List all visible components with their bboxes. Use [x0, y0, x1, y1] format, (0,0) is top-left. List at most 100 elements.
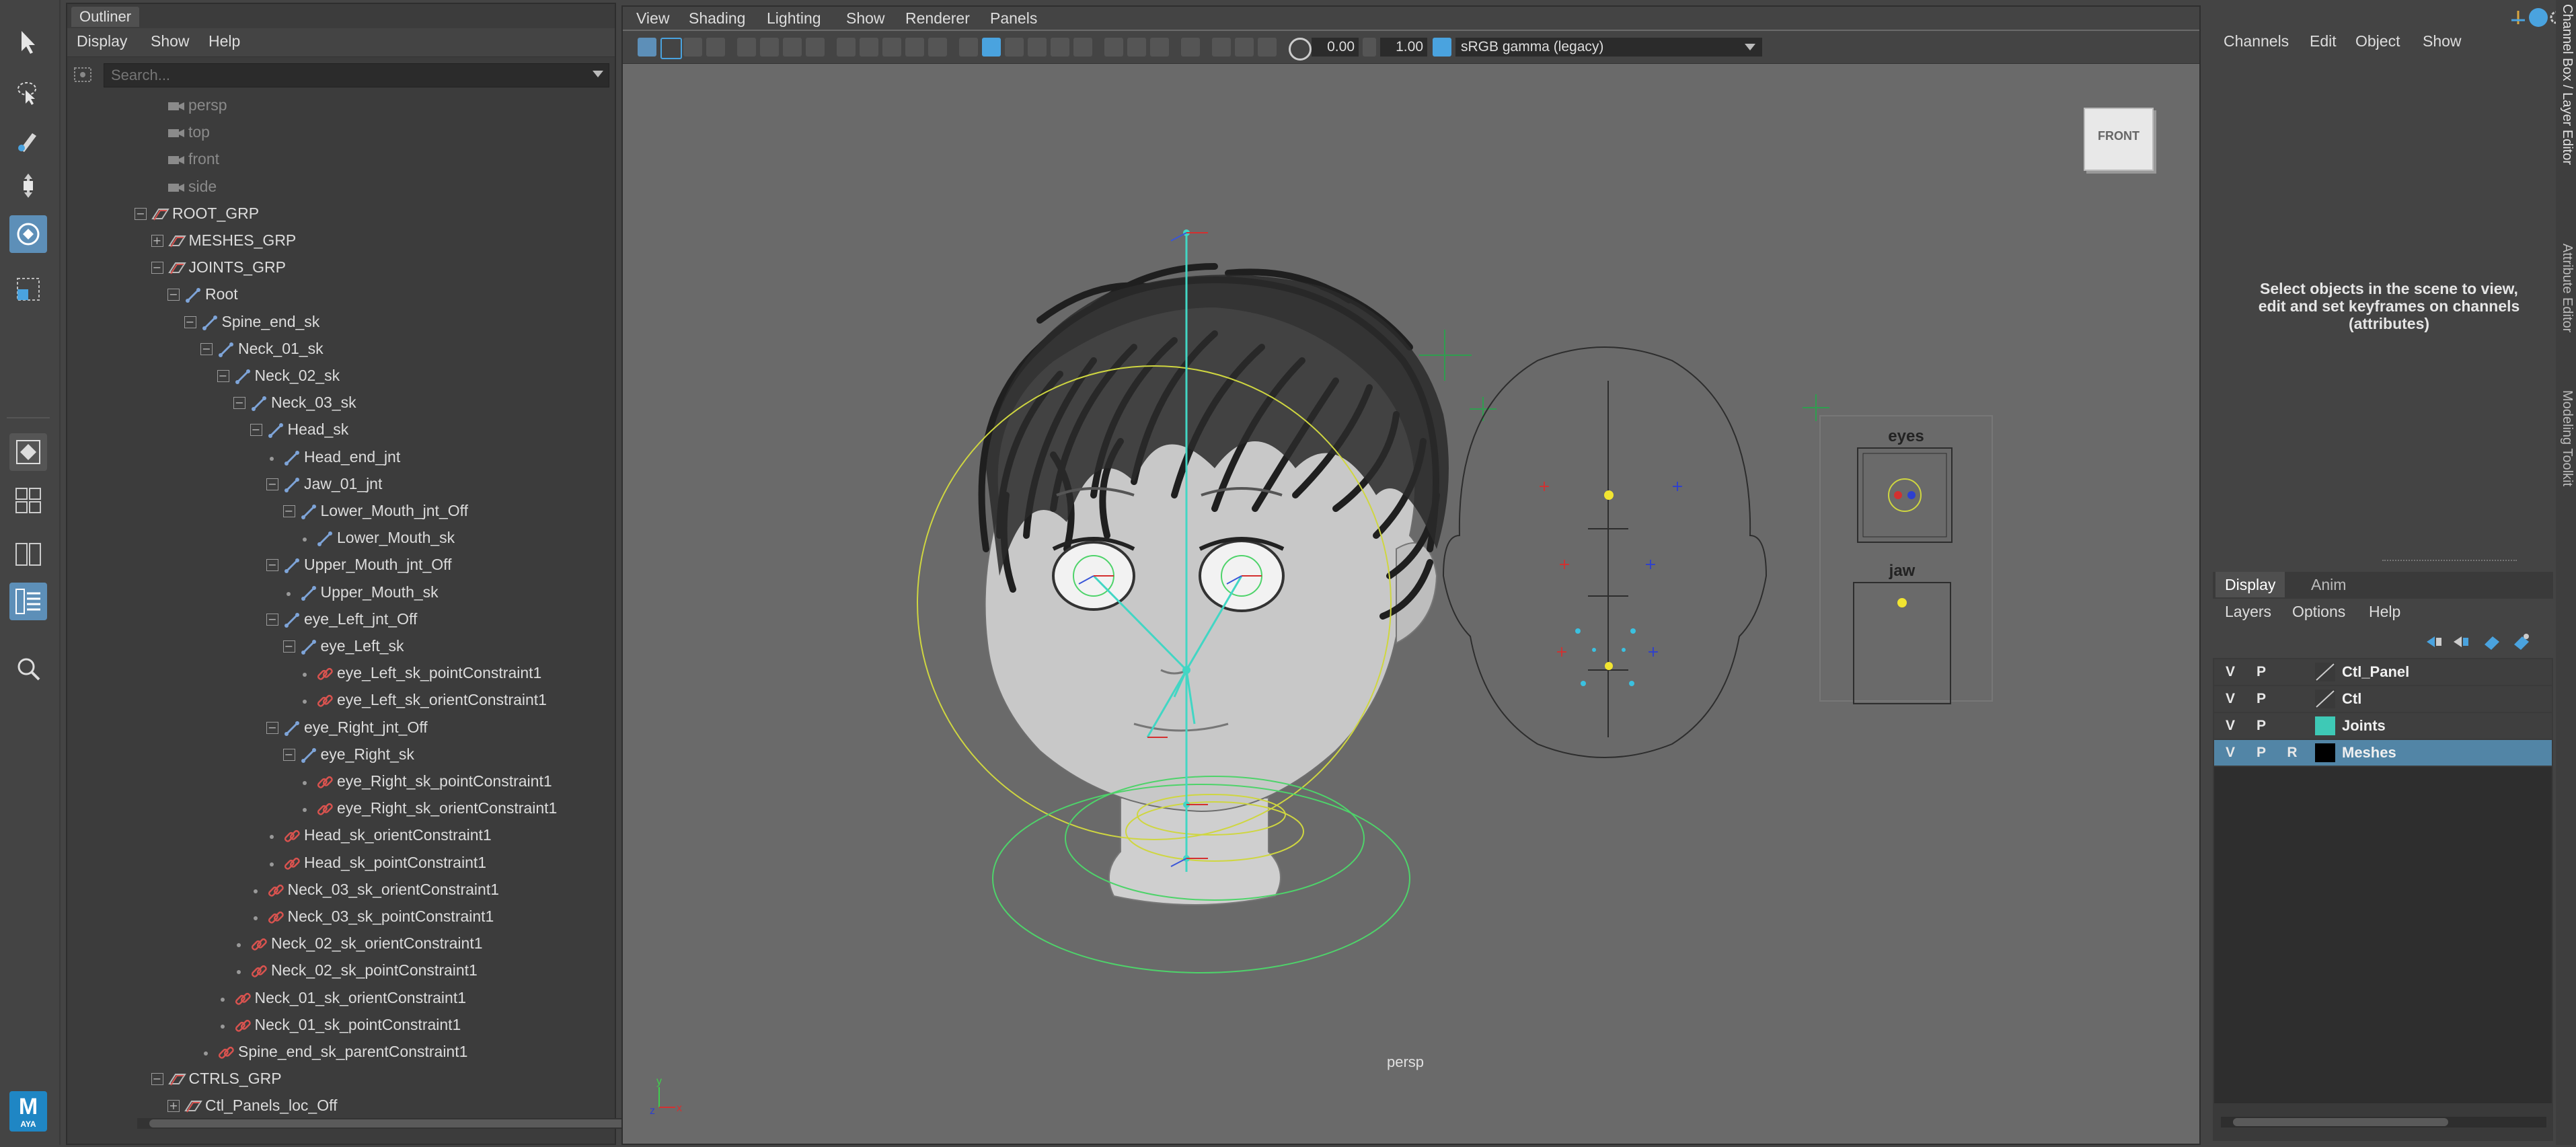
layer-editor-horizontal-scrollbar[interactable] — [2221, 1117, 2546, 1127]
collapse-minus-icon[interactable]: − — [266, 478, 278, 490]
outliner-item[interactable]: Neck_03_sk_orientConstraint1 — [67, 877, 599, 904]
outliner-item[interactable]: + Ctl_Panels_loc_Off — [67, 1093, 599, 1117]
collapse-minus-icon[interactable]: − — [151, 262, 163, 274]
collapse-minus-icon[interactable]: − — [282, 640, 295, 653]
outliner-item[interactable]: − Neck_02_sk — [67, 363, 599, 390]
collapse-minus-icon[interactable]: − — [266, 721, 278, 734]
outliner-menu-help[interactable]: Help — [209, 32, 240, 50]
collapse-minus-icon[interactable]: − — [184, 316, 196, 328]
resolution-gate-icon[interactable] — [860, 38, 878, 57]
viewport-menu-show[interactable]: Show — [846, 9, 885, 28]
outliner-item[interactable]: Neck_01_sk_orientConstraint1 — [67, 986, 599, 1012]
outliner-layout-icon[interactable] — [9, 583, 47, 620]
outliner-item[interactable]: eye_Right_sk_pointConstraint1 — [67, 769, 599, 796]
gamma-field[interactable]: 1.00 — [1380, 38, 1427, 57]
use-all-lights-icon[interactable] — [1051, 38, 1069, 57]
layer-display-type-toggle[interactable]: R — [2279, 741, 2306, 764]
layer-display-type-toggle[interactable] — [2279, 688, 2306, 710]
film-gate-icon[interactable] — [837, 38, 856, 57]
outliner-item[interactable]: eye_Left_sk_pointConstraint1 — [67, 661, 599, 688]
outliner-filter-icon[interactable] — [73, 66, 94, 85]
textured-icon[interactable] — [1028, 38, 1047, 57]
tab-channel-box-layer-editor[interactable]: Channel Box / Layer Editor — [2559, 4, 2575, 165]
viewport-scene[interactable]: + + + + + + eyes jaw y x z — [623, 65, 2199, 1144]
outliner-item[interactable]: front — [67, 147, 599, 174]
layer-row[interactable]: V P Ctl — [2214, 686, 2552, 713]
outliner-item[interactable]: − Jaw_01_jnt — [67, 472, 599, 498]
layer-playback-toggle[interactable]: P — [2248, 688, 2275, 710]
layer-row[interactable]: V P R Meshes — [2214, 740, 2552, 767]
four-view-layout-icon[interactable] — [9, 482, 47, 519]
viewport-menu-shading[interactable]: Shading — [689, 9, 745, 28]
isolate-select-icon[interactable] — [1181, 38, 1200, 57]
collapse-minus-icon[interactable]: − — [250, 424, 262, 437]
outliner-item[interactable]: − Lower_Mouth_jnt_Off — [67, 498, 599, 525]
layer-visibility-toggle[interactable]: V — [2217, 661, 2244, 683]
viewport-menu-view[interactable]: View — [636, 9, 669, 28]
outliner-item[interactable]: − ROOT_GRP — [67, 201, 599, 228]
2d-pan-zoom-icon[interactable] — [760, 38, 779, 57]
outliner-item[interactable]: − eye_Left_jnt_Off — [67, 607, 599, 634]
outliner-item[interactable]: − Root — [67, 282, 599, 309]
layer-color-swatch[interactable] — [2315, 663, 2335, 681]
single-view-layout-icon[interactable] — [9, 433, 47, 471]
layer-row[interactable]: V P Ctl_Panel — [2214, 659, 2552, 686]
collapse-minus-icon[interactable]: − — [266, 613, 278, 626]
outliner-item[interactable]: − eye_Right_sk — [67, 742, 599, 769]
layer-visibility-toggle[interactable]: V — [2217, 741, 2244, 764]
wireframe-icon[interactable] — [959, 38, 978, 57]
exposure-icon[interactable] — [1289, 38, 1312, 61]
outliner-search-box[interactable] — [104, 63, 609, 87]
options-menu[interactable]: Options — [2292, 603, 2345, 621]
collapse-minus-icon[interactable]: − — [151, 1073, 163, 1086]
view-cube[interactable]: FRONT — [2084, 108, 2154, 171]
tab-attribute-editor[interactable]: Attribute Editor — [2559, 244, 2575, 332]
wireframe-on-shaded-icon[interactable] — [1005, 38, 1024, 57]
viewport-menu-panels[interactable]: Panels — [990, 9, 1037, 28]
outliner-item[interactable]: side — [67, 174, 599, 201]
layer-color-swatch[interactable] — [2315, 716, 2335, 735]
color-space-chevron-down-icon[interactable] — [1745, 44, 1755, 50]
exposure-field[interactable]: 0.00 — [1312, 38, 1359, 57]
outliner-horizontal-scroll-thumb[interactable] — [149, 1119, 647, 1127]
search-dropdown-chevron-down-icon[interactable] — [593, 71, 603, 77]
panel-splitter[interactable] — [2382, 560, 2517, 564]
outliner-item[interactable]: Upper_Mouth_sk — [67, 580, 599, 607]
outliner-item[interactable]: Neck_01_sk_pointConstraint1 — [67, 1012, 599, 1039]
lasso-tool-icon[interactable] — [9, 74, 47, 112]
scale-tool-icon[interactable] — [9, 270, 47, 308]
channels-menu[interactable]: Channels — [2224, 32, 2289, 50]
outliner-horizontal-scrollbar[interactable] — [137, 1118, 659, 1129]
outliner-item[interactable]: top — [67, 120, 599, 147]
outliner-item[interactable]: − Head_sk — [67, 417, 599, 444]
outliner-item[interactable]: Neck_02_sk_orientConstraint1 — [67, 931, 599, 958]
outliner-item[interactable]: Head_end_jnt — [67, 445, 599, 472]
render-globe-icon[interactable] — [2529, 8, 2548, 27]
maya-logo[interactable]: M AYA — [9, 1091, 47, 1132]
outliner-item[interactable]: − Upper_Mouth_jnt_Off — [67, 552, 599, 579]
layer-playback-toggle[interactable]: P — [2248, 714, 2275, 737]
color-space-select[interactable]: sRGB gamma (legacy) — [1455, 38, 1762, 57]
outliner-item[interactable]: eye_Right_sk_orientConstraint1 — [67, 796, 599, 823]
outliner-item[interactable]: persp — [67, 93, 599, 120]
new-empty-layer-icon[interactable] — [2482, 632, 2502, 651]
color-management-icon[interactable] — [1433, 38, 1451, 57]
safe-action-icon[interactable] — [928, 38, 947, 57]
collapse-minus-icon[interactable]: − — [167, 289, 180, 301]
outliner-item[interactable]: Lower_Mouth_sk — [67, 525, 599, 552]
tab-anim[interactable]: Anim — [2302, 572, 2355, 597]
outliner-tab[interactable]: Outliner — [71, 7, 140, 27]
layer-visibility-toggle[interactable]: V — [2217, 688, 2244, 710]
collapse-minus-icon[interactable]: − — [282, 505, 295, 517]
help-menu[interactable]: Help — [2369, 603, 2400, 621]
select-camera-icon[interactable] — [638, 38, 656, 57]
xray-icon[interactable] — [1212, 38, 1231, 57]
paint-select-tool-icon[interactable] — [9, 121, 47, 159]
outliner-item[interactable]: − CTRLS_GRP — [67, 1066, 599, 1093]
outliner-menu-display[interactable]: Display — [77, 32, 127, 50]
shadows-icon[interactable] — [1073, 38, 1092, 57]
anim-icon[interactable] — [2509, 8, 2528, 27]
collapse-minus-icon[interactable]: − — [233, 397, 245, 410]
outliner-item[interactable]: Neck_03_sk_pointConstraint1 — [67, 904, 599, 931]
layer-row[interactable]: V P Joints — [2214, 713, 2552, 740]
